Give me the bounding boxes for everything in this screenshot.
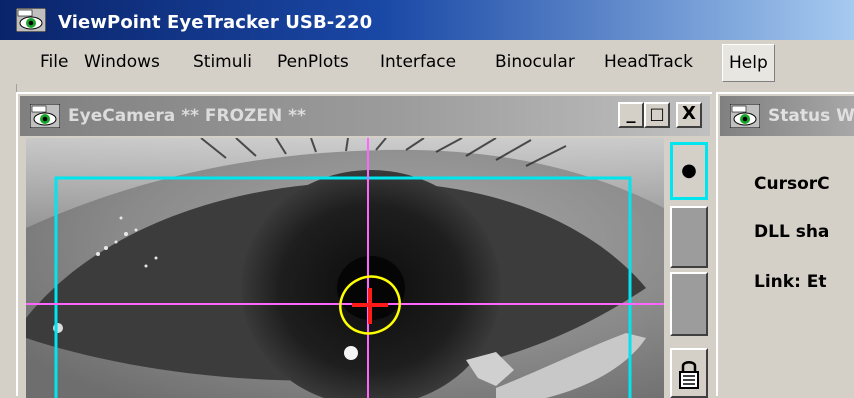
eye-image-svg bbox=[26, 138, 664, 398]
eye-camera-window: EyeCamera ** FROZEN ** _ □ X ● bbox=[16, 92, 712, 398]
status-titlebar[interactable]: Status W bbox=[720, 96, 854, 136]
maximize-icon: □ bbox=[649, 104, 665, 123]
camera-side-panel: ● bbox=[666, 138, 710, 398]
menu-windows[interactable]: Windows bbox=[78, 44, 166, 80]
eye-camera-title: EyeCamera ** FROZEN ** bbox=[68, 106, 306, 126]
menu-headtrack[interactable]: HeadTrack bbox=[598, 44, 699, 80]
status-line-dll: DLL sha bbox=[754, 222, 830, 242]
minimize-icon: _ bbox=[626, 103, 636, 124]
menu-interface[interactable]: Interface bbox=[374, 44, 462, 80]
close-button[interactable]: X bbox=[676, 102, 702, 128]
dot-icon: ● bbox=[681, 160, 697, 181]
eye-camera-icon bbox=[730, 104, 760, 128]
app-titlebar[interactable]: ViewPoint EyeTracker USB-220 bbox=[0, 0, 854, 40]
status-line-link: Link: Et bbox=[754, 272, 827, 292]
menu-help[interactable]: Help bbox=[722, 44, 775, 82]
app-title: ViewPoint EyeTracker USB-220 bbox=[58, 12, 373, 33]
mdi-left-edge bbox=[0, 84, 17, 396]
dot-toggle-button[interactable]: ● bbox=[670, 142, 708, 200]
status-title: Status W bbox=[768, 106, 854, 126]
side-slider-2[interactable] bbox=[670, 272, 708, 336]
menu-binocular[interactable]: Binocular bbox=[489, 44, 581, 80]
eye-camera-image[interactable] bbox=[26, 138, 664, 398]
lock-icon bbox=[679, 361, 699, 389]
status-line-cursor: CursorC bbox=[754, 174, 830, 194]
menu-penplots[interactable]: PenPlots bbox=[271, 44, 355, 80]
close-icon: X bbox=[682, 103, 696, 124]
side-slider-1[interactable] bbox=[670, 206, 708, 268]
minimize-button[interactable]: _ bbox=[618, 102, 644, 128]
eye-camera-icon bbox=[16, 8, 46, 32]
lock-button[interactable] bbox=[670, 348, 708, 398]
maximize-button[interactable]: □ bbox=[644, 102, 670, 128]
eye-camera-icon bbox=[30, 104, 60, 128]
status-window: Status W CursorC DLL sha Link: Et bbox=[716, 92, 854, 396]
menu-file[interactable]: File bbox=[34, 44, 74, 80]
eye-camera-titlebar[interactable]: EyeCamera ** FROZEN ** _ □ X bbox=[20, 96, 710, 136]
menubar: File Windows Stimuli PenPlots Interface … bbox=[0, 44, 854, 84]
menu-stimuli[interactable]: Stimuli bbox=[187, 44, 258, 80]
